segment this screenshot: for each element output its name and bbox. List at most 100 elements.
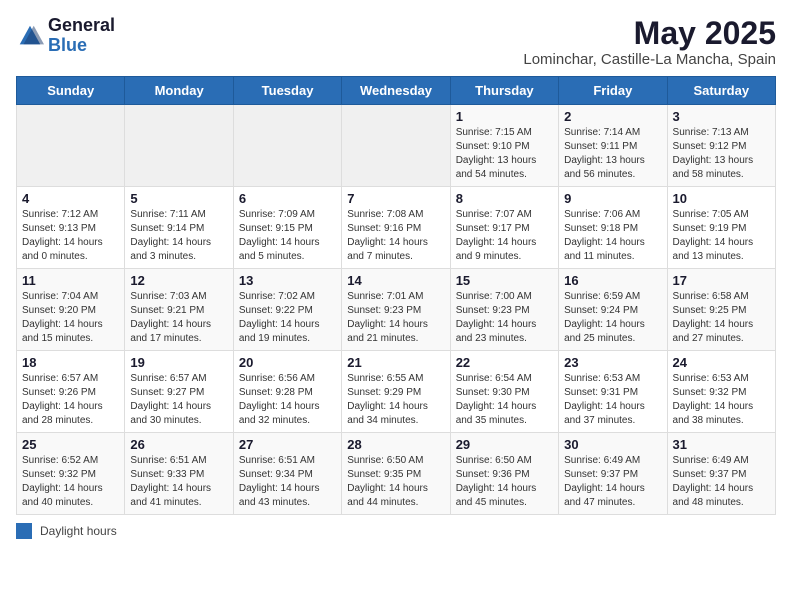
day-number: 17 (673, 273, 770, 288)
weekday-header-monday: Monday (125, 77, 233, 105)
day-number: 5 (130, 191, 227, 206)
day-info: Sunrise: 7:05 AM Sunset: 9:19 PM Dayligh… (673, 209, 754, 262)
day-number: 25 (22, 437, 119, 452)
calendar-day-cell: 5 Sunrise: 7:11 AM Sunset: 9:14 PM Daylig… (125, 187, 233, 269)
day-number: 15 (456, 273, 553, 288)
day-number: 20 (239, 355, 336, 370)
calendar-body: 1 Sunrise: 7:15 AM Sunset: 9:10 PM Daylig… (17, 105, 776, 515)
calendar-day-cell: 3 Sunrise: 7:13 AM Sunset: 9:12 PM Daylig… (667, 105, 775, 187)
calendar-day-cell: 26 Sunrise: 6:51 AM Sunset: 9:33 PM Dayli… (125, 433, 233, 515)
day-info: Sunrise: 7:06 AM Sunset: 9:18 PM Dayligh… (564, 209, 645, 262)
day-info: Sunrise: 7:00 AM Sunset: 9:23 PM Dayligh… (456, 291, 537, 344)
day-info: Sunrise: 7:15 AM Sunset: 9:10 PM Dayligh… (456, 127, 537, 180)
day-number: 14 (347, 273, 444, 288)
day-number: 2 (564, 109, 661, 124)
calendar-day-cell: 15 Sunrise: 7:00 AM Sunset: 9:23 PM Dayli… (450, 269, 558, 351)
day-number: 18 (22, 355, 119, 370)
calendar-day-cell (233, 105, 341, 187)
day-number: 13 (239, 273, 336, 288)
day-info: Sunrise: 6:58 AM Sunset: 9:25 PM Dayligh… (673, 291, 754, 344)
day-info: Sunrise: 6:54 AM Sunset: 9:30 PM Dayligh… (456, 373, 537, 426)
day-number: 31 (673, 437, 770, 452)
calendar-week-2: 4 Sunrise: 7:12 AM Sunset: 9:13 PM Daylig… (17, 187, 776, 269)
calendar-day-cell: 30Sunrise: 6:49 AM Sunset: 9:37 PM Dayli… (559, 433, 667, 515)
calendar-day-cell: 14Sunrise: 7:01 AM Sunset: 9:23 PM Dayli… (342, 269, 450, 351)
day-number: 8 (456, 191, 553, 206)
day-info: Sunrise: 6:59 AM Sunset: 9:24 PM Dayligh… (564, 291, 645, 344)
day-info: Sunrise: 6:49 AM Sunset: 9:37 PM Dayligh… (673, 455, 754, 508)
day-info: Sunrise: 6:57 AM Sunset: 9:27 PM Dayligh… (130, 373, 211, 426)
calendar-day-cell: 7Sunrise: 7:08 AM Sunset: 9:16 PM Daylig… (342, 187, 450, 269)
day-number: 1 (456, 109, 553, 124)
day-number: 26 (130, 437, 227, 452)
day-number: 10 (673, 191, 770, 206)
day-info: Sunrise: 6:50 AM Sunset: 9:36 PM Dayligh… (456, 455, 537, 508)
day-info: Sunrise: 7:12 AM Sunset: 9:13 PM Dayligh… (22, 209, 103, 262)
day-info: Sunrise: 6:51 AM Sunset: 9:34 PM Dayligh… (239, 455, 320, 508)
calendar-day-cell: 20Sunrise: 6:56 AM Sunset: 9:28 PM Dayli… (233, 351, 341, 433)
calendar-day-cell: 11Sunrise: 7:04 AM Sunset: 9:20 PM Dayli… (17, 269, 125, 351)
day-info: Sunrise: 7:08 AM Sunset: 9:16 PM Dayligh… (347, 209, 428, 262)
logo-icon (16, 22, 44, 50)
calendar-day-cell: 2Sunrise: 7:14 AM Sunset: 9:11 PM Daylig… (559, 105, 667, 187)
day-number: 21 (347, 355, 444, 370)
day-info: Sunrise: 6:57 AM Sunset: 9:26 PM Dayligh… (22, 373, 103, 426)
weekday-header-wednesday: Wednesday (342, 77, 450, 105)
logo: General Blue (16, 16, 115, 56)
day-info: Sunrise: 7:09 AM Sunset: 9:15 PM Dayligh… (239, 209, 320, 262)
weekday-row: SundayMondayTuesdayWednesdayThursdayFrid… (17, 77, 776, 105)
day-number: 23 (564, 355, 661, 370)
day-number: 12 (130, 273, 227, 288)
day-info: Sunrise: 6:52 AM Sunset: 9:32 PM Dayligh… (22, 455, 103, 508)
logo-blue-text: Blue (48, 36, 115, 56)
calendar-day-cell: 1 Sunrise: 7:15 AM Sunset: 9:10 PM Daylig… (450, 105, 558, 187)
day-info: Sunrise: 6:51 AM Sunset: 9:33 PM Dayligh… (130, 455, 211, 508)
calendar-day-cell: 8 Sunrise: 7:07 AM Sunset: 9:17 PM Daylig… (450, 187, 558, 269)
calendar-week-5: 25 Sunrise: 6:52 AM Sunset: 9:32 PM Dayli… (17, 433, 776, 515)
calendar-day-cell: 28Sunrise: 6:50 AM Sunset: 9:35 PM Dayli… (342, 433, 450, 515)
day-info: Sunrise: 6:53 AM Sunset: 9:32 PM Dayligh… (673, 373, 754, 426)
calendar-day-cell: 13Sunrise: 7:02 AM Sunset: 9:22 PM Dayli… (233, 269, 341, 351)
weekday-header-friday: Friday (559, 77, 667, 105)
calendar-day-cell: 16 Sunrise: 6:59 AM Sunset: 9:24 PM Dayli… (559, 269, 667, 351)
calendar-week-3: 11Sunrise: 7:04 AM Sunset: 9:20 PM Dayli… (17, 269, 776, 351)
calendar-table: SundayMondayTuesdayWednesdayThursdayFrid… (16, 76, 776, 515)
day-info: Sunrise: 6:50 AM Sunset: 9:35 PM Dayligh… (347, 455, 428, 508)
day-number: 11 (22, 273, 119, 288)
title-block: May 2025 Lominchar, Castille-La Mancha, … (523, 16, 776, 68)
day-number: 3 (673, 109, 770, 124)
calendar-day-cell: 25 Sunrise: 6:52 AM Sunset: 9:32 PM Dayli… (17, 433, 125, 515)
day-info: Sunrise: 6:53 AM Sunset: 9:31 PM Dayligh… (564, 373, 645, 426)
logo-general-text: General (48, 16, 115, 36)
day-number: 16 (564, 273, 661, 288)
calendar-day-cell: 17 Sunrise: 6:58 AM Sunset: 9:25 PM Dayli… (667, 269, 775, 351)
month-title: May 2025 (523, 16, 776, 51)
day-number: 19 (130, 355, 227, 370)
day-info: Sunrise: 6:49 AM Sunset: 9:37 PM Dayligh… (564, 455, 645, 508)
calendar-day-cell: 12Sunrise: 7:03 AM Sunset: 9:21 PM Dayli… (125, 269, 233, 351)
calendar-day-cell: 29 Sunrise: 6:50 AM Sunset: 9:36 PM Dayli… (450, 433, 558, 515)
day-info: Sunrise: 7:11 AM Sunset: 9:14 PM Dayligh… (130, 209, 211, 262)
location-text: Lominchar, Castille-La Mancha, Spain (523, 51, 776, 68)
weekday-header-tuesday: Tuesday (233, 77, 341, 105)
calendar-day-cell: 4 Sunrise: 7:12 AM Sunset: 9:13 PM Daylig… (17, 187, 125, 269)
day-number: 6 (239, 191, 336, 206)
calendar-day-cell: 31 Sunrise: 6:49 AM Sunset: 9:37 PM Dayli… (667, 433, 775, 515)
day-number: 22 (456, 355, 553, 370)
weekday-header-thursday: Thursday (450, 77, 558, 105)
day-info: Sunrise: 7:07 AM Sunset: 9:17 PM Dayligh… (456, 209, 537, 262)
calendar-day-cell: 21Sunrise: 6:55 AM Sunset: 9:29 PM Dayli… (342, 351, 450, 433)
calendar-day-cell: 18 Sunrise: 6:57 AM Sunset: 9:26 PM Dayli… (17, 351, 125, 433)
calendar-day-cell: 9 Sunrise: 7:06 AM Sunset: 9:18 PM Daylig… (559, 187, 667, 269)
logo-text: General Blue (48, 16, 115, 56)
day-info: Sunrise: 7:13 AM Sunset: 9:12 PM Dayligh… (673, 127, 754, 180)
day-number: 9 (564, 191, 661, 206)
calendar-week-1: 1 Sunrise: 7:15 AM Sunset: 9:10 PM Daylig… (17, 105, 776, 187)
weekday-header-sunday: Sunday (17, 77, 125, 105)
day-number: 29 (456, 437, 553, 452)
day-number: 4 (22, 191, 119, 206)
page-header: General Blue May 2025 Lominchar, Castill… (16, 16, 776, 68)
legend-color-box (16, 523, 32, 539)
legend: Daylight hours (16, 523, 776, 539)
day-number: 27 (239, 437, 336, 452)
